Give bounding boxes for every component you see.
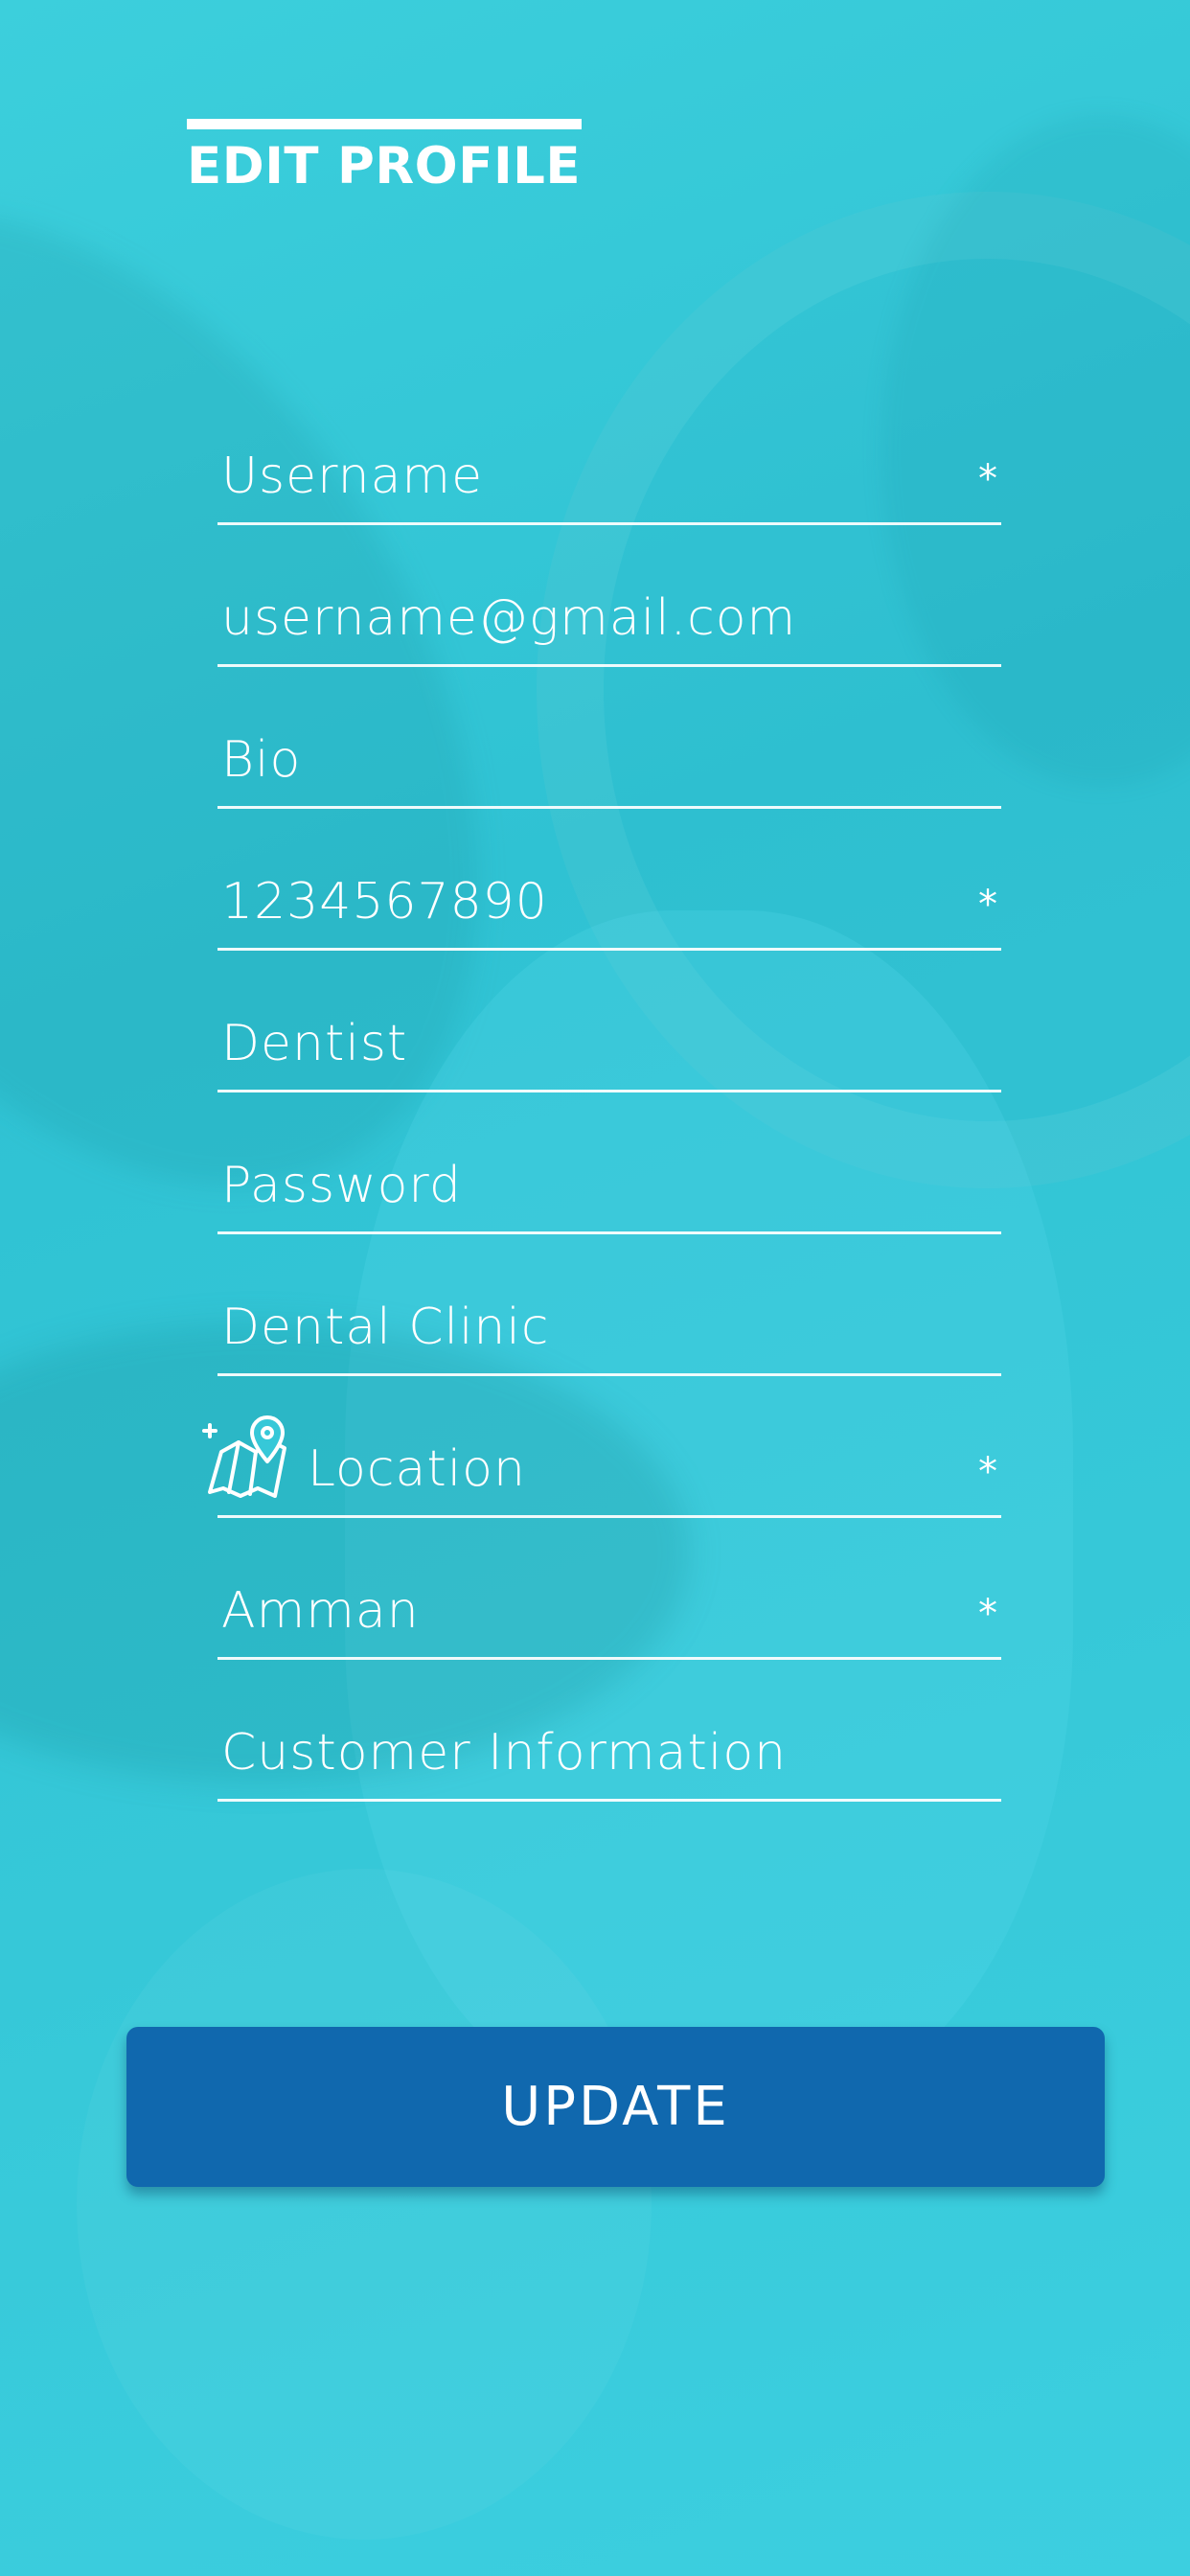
- page-title: EDIT PROFILE: [187, 137, 582, 196]
- edit-profile-form: Username * username@gmail.com Bio 123456…: [202, 387, 1001, 1806]
- username-field[interactable]: Username *: [217, 387, 1001, 525]
- phone-field[interactable]: 1234567890 *: [217, 813, 1001, 951]
- required-marker: *: [978, 1592, 997, 1636]
- profession-field[interactable]: Dentist: [217, 954, 1001, 1092]
- clinic-field[interactable]: Dental Clinic: [217, 1238, 1001, 1376]
- location-field[interactable]: Location *: [202, 1380, 1001, 1518]
- map-pin-add-icon[interactable]: [202, 1414, 300, 1502]
- page-header: EDIT PROFILE: [187, 119, 582, 195]
- location-label: Location: [308, 1440, 526, 1498]
- city-field[interactable]: Amman *: [217, 1522, 1001, 1660]
- city-value: Amman: [221, 1582, 420, 1640]
- profession-value: Dentist: [221, 1015, 408, 1072]
- required-marker: *: [978, 883, 997, 927]
- username-placeholder: Username: [221, 448, 484, 505]
- email-placeholder: username@gmail.com: [221, 589, 797, 647]
- email-field[interactable]: username@gmail.com: [217, 529, 1001, 667]
- password-placeholder: Password: [221, 1157, 462, 1214]
- phone-placeholder: 1234567890: [221, 873, 548, 931]
- title-underline: [187, 119, 582, 129]
- required-marker: *: [978, 1450, 997, 1494]
- bio-field[interactable]: Bio: [217, 671, 1001, 809]
- bio-placeholder: Bio: [221, 731, 302, 789]
- update-button[interactable]: UPDATE: [126, 2027, 1105, 2187]
- customer-information-field[interactable]: Customer Information: [217, 1664, 1001, 1802]
- password-field[interactable]: Password: [217, 1096, 1001, 1234]
- clinic-placeholder: Dental Clinic: [221, 1299, 550, 1356]
- required-marker: *: [978, 457, 997, 501]
- customer-information-placeholder: Customer Information: [221, 1724, 788, 1782]
